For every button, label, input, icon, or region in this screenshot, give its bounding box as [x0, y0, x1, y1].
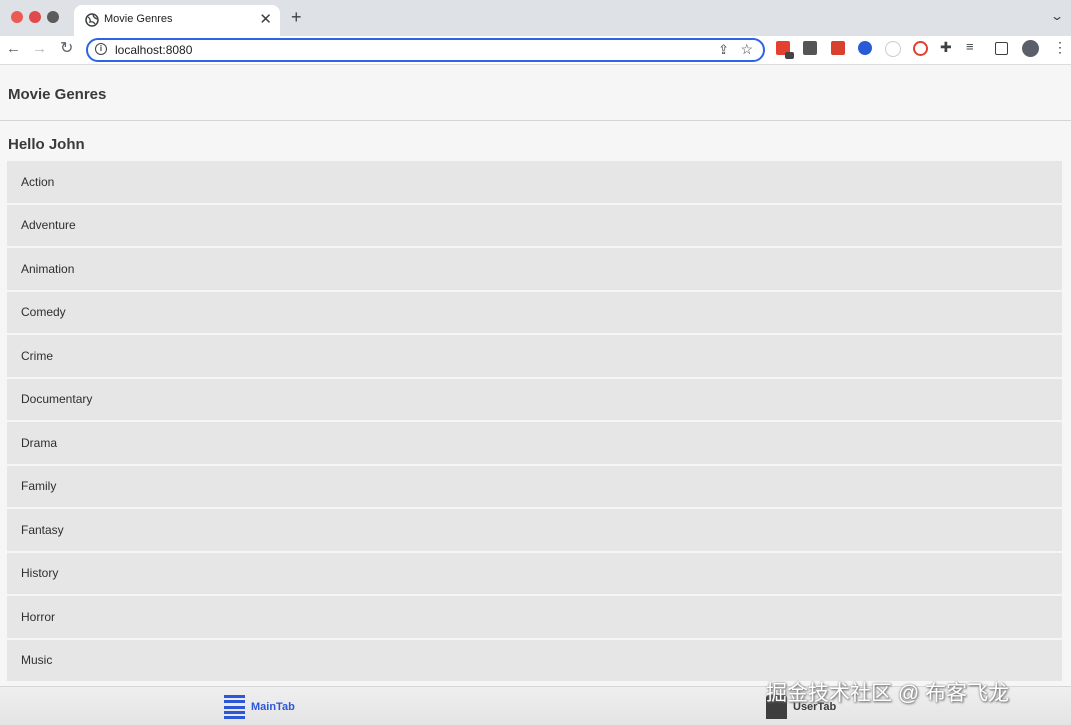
profile-avatar[interactable]	[1022, 40, 1039, 57]
dark-extension-icon[interactable]	[803, 41, 817, 55]
new-tab-button[interactable]: +	[291, 7, 302, 28]
tab-main-label: MainTab	[251, 701, 295, 713]
genre-list-item[interactable]: Documentary	[7, 378, 1062, 420]
bookmark-star-icon[interactable]: ☆	[740, 41, 753, 58]
genre-list-item[interactable]: Action	[7, 161, 1062, 203]
blue-dot-extension-icon[interactable]	[858, 41, 872, 55]
panda-extension-icon[interactable]	[885, 41, 901, 57]
menu-dots-icon[interactable]: ⋮	[1053, 39, 1067, 56]
browser-tab[interactable]: Movie Genres ✕	[74, 5, 280, 36]
greeting-text: Hello John	[8, 136, 85, 153]
genre-list-item[interactable]: Crime	[7, 335, 1062, 377]
page-title: Movie Genres	[8, 86, 107, 103]
browser-tab-title: Movie Genres	[104, 13, 173, 25]
app-header: Movie Genres	[0, 65, 1071, 121]
tab-main[interactable]: MainTab	[224, 695, 295, 719]
genre-list-item[interactable]: Adventure	[7, 204, 1062, 246]
side-panel-icon[interactable]	[995, 42, 1008, 55]
globe-icon	[85, 13, 99, 27]
red-extension-icon[interactable]	[776, 41, 794, 59]
forward-arrow-icon[interactable]: →	[32, 40, 47, 57]
window-maximize-button[interactable]	[47, 11, 59, 23]
genre-list-item[interactable]: History	[7, 552, 1062, 594]
media-queue-icon[interactable]: ≡	[966, 39, 974, 54]
browser-tab-strip: Movie Genres ✕ + ⌄	[0, 0, 1071, 36]
genre-list-item[interactable]: Fantasy	[7, 509, 1062, 551]
browser-toolbar: ← → ↻ i localhost:8080 ⇪ ☆ ✚ ≡ ⋮	[0, 36, 1071, 65]
url-text[interactable]: localhost:8080	[115, 43, 192, 57]
address-bar[interactable]: i localhost:8080 ⇪ ☆	[86, 38, 765, 62]
window-close-button[interactable]	[11, 11, 23, 23]
watermark-text: 掘金技术社区 @ 布客飞龙	[766, 682, 1009, 705]
puzzle-icon[interactable]: ✚	[940, 39, 952, 56]
genre-list-item[interactable]: Animation	[7, 248, 1062, 290]
red-circle-extension-icon[interactable]	[913, 41, 928, 56]
genre-list-item[interactable]: Horror	[7, 596, 1062, 638]
list-icon	[224, 695, 245, 719]
close-tab-icon[interactable]: ✕	[259, 10, 272, 28]
window-minimize-button[interactable]	[29, 11, 41, 23]
reload-icon[interactable]: ↻	[60, 38, 73, 58]
genre-list-item[interactable]: Comedy	[7, 291, 1062, 333]
chevron-down-icon[interactable]: ⌄	[1050, 9, 1064, 23]
genre-list-item[interactable]: Music	[7, 639, 1062, 681]
genre-list: Action Adventure Animation Comedy Crime Docum…	[7, 161, 1062, 683]
red-square-extension-icon[interactable]	[831, 41, 845, 55]
back-arrow-icon[interactable]: ←	[6, 40, 21, 57]
info-icon[interactable]: i	[95, 43, 107, 55]
genre-list-item[interactable]: Family	[7, 465, 1062, 507]
genre-list-item[interactable]: Drama	[7, 422, 1062, 464]
share-icon[interactable]: ⇪	[718, 42, 729, 58]
